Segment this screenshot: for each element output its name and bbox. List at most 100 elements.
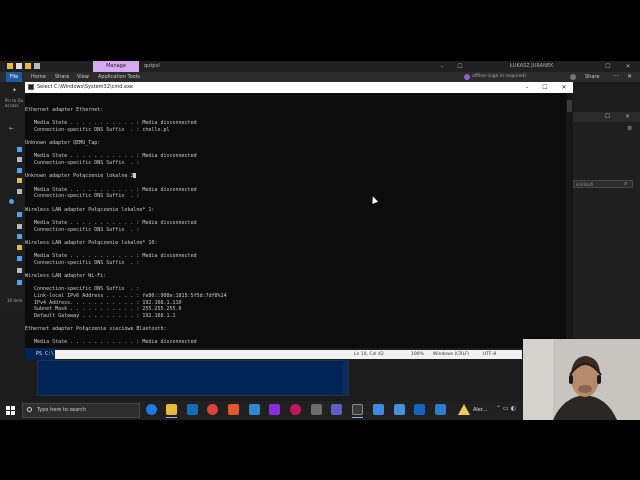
folder-name: qutpvl: [144, 63, 160, 69]
warning-icon[interactable]: [458, 404, 470, 415]
cmd-line: Connection-specific DNS Suffix . :: [25, 259, 140, 266]
cmd-line: [25, 200, 566, 207]
cmd-line: [25, 266, 566, 273]
ribbon-tab-home[interactable]: Home: [31, 72, 46, 82]
letterbox-top: [0, 0, 640, 61]
back-arrow-icon[interactable]: ←: [9, 125, 14, 132]
opera-icon[interactable]: [290, 404, 301, 415]
nav-icon-music[interactable]: [17, 234, 22, 239]
share-button[interactable]: Share: [585, 72, 599, 82]
properties-icon[interactable]: [16, 63, 22, 69]
cmd-line: Wireless LAN adapter Połączenie lokalne*…: [25, 239, 158, 246]
cmd-line: Wireless LAN adapter Wi-Fi:: [25, 273, 107, 280]
user-name[interactable]: ŁUKASZ JURANEK: [510, 61, 553, 72]
explorer-minimize-button[interactable]: –: [434, 61, 450, 72]
explorer-restore-button[interactable]: ☐: [600, 61, 616, 72]
cmd-line: Media State . . . . . . . . . . . : Medi…: [25, 120, 197, 127]
chrome-icon[interactable]: [207, 404, 218, 415]
snipping-tool-icon[interactable]: [373, 404, 384, 415]
cmd-active-indicator: [352, 417, 363, 418]
secondary-restore-button[interactable]: ☐: [605, 112, 610, 122]
cmd-line: IPv4 Address. . . . . . . . . . . : 192.…: [25, 299, 182, 306]
nav-icon-this-pc[interactable]: [17, 212, 22, 217]
cmd-line: Unknown adapter Połączenie lokalne 2: [25, 173, 566, 180]
ribbon-tab-file[interactable]: File: [6, 72, 22, 82]
cmd-minimize-button[interactable]: –: [518, 82, 536, 93]
cmd-line: Ethernet adapter Ethernet:: [25, 107, 104, 113]
nav-icon-downloads[interactable]: [17, 168, 22, 173]
taskbar-search-placeholder[interactable]: Type here to search: [37, 403, 86, 418]
explorer-maximize-button[interactable]: ☐: [452, 61, 468, 72]
new-folder-icon[interactable]: [25, 63, 31, 69]
cmd-line: Connection-specific DNS Suffix . :: [25, 193, 140, 200]
paint-icon[interactable]: [311, 404, 322, 415]
cmd-line: Ethernet adapter Połączenie sieciowe Blu…: [25, 326, 167, 333]
manage-tab[interactable]: Manage: [93, 61, 139, 72]
explorer-navigation-pane: [0, 82, 25, 312]
system-tray-icons[interactable]: ⌃▭◐: [496, 405, 518, 412]
nav-icon-local-disk[interactable]: [17, 256, 22, 261]
nav-icon-pictures[interactable]: [17, 189, 22, 194]
secondary-settings-icon[interactable]: ⚙: [627, 125, 632, 132]
powershell-icon[interactable]: [414, 404, 425, 415]
ribbon-close-icon[interactable]: ✕: [627, 72, 632, 82]
webcam-overlay: [523, 339, 640, 420]
cmd-window-title: Select C:\Windows\System32\cmd.exe: [37, 84, 133, 90]
nav-icon-cloud[interactable]: [17, 147, 22, 152]
powershell-prompt: PS C:\: [36, 351, 55, 357]
nav-icon-desktop[interactable]: [17, 157, 22, 162]
alert-label[interactable]: Aler...: [473, 401, 487, 420]
monitor-icon[interactable]: [435, 404, 446, 415]
zoom-level: 100%: [411, 352, 424, 357]
nav-icon-drive[interactable]: [17, 280, 22, 285]
notepad-icon[interactable]: [394, 404, 405, 415]
powershell-panel[interactable]: [37, 360, 349, 396]
edge-icon[interactable]: [146, 404, 157, 415]
onenote-icon[interactable]: [269, 404, 280, 415]
cmd-scrollbar[interactable]: [566, 93, 573, 348]
cmd-line: Media State . . . . . . . . . . . : Medi…: [25, 153, 197, 160]
letterbox-bottom: [0, 420, 640, 480]
more-options-icon[interactable]: ···: [613, 72, 619, 82]
vscode-icon[interactable]: [249, 404, 260, 415]
cmd-line: [25, 246, 566, 253]
onedrive-icon[interactable]: [9, 199, 14, 204]
profile-icon[interactable]: [570, 74, 576, 80]
ribbon-tab-application-tools[interactable]: Application Tools: [98, 72, 140, 82]
cmd-line: [25, 280, 566, 287]
secondary-close-button[interactable]: ✕: [625, 112, 630, 122]
cmd-taskbar-icon[interactable]: [352, 404, 363, 415]
cmd-line: Unknown adapter QEMU_Tap:: [25, 140, 101, 147]
powershell-scrollbar[interactable]: [343, 360, 348, 394]
search-icon: [27, 407, 32, 412]
secondary-search-icon[interactable]: ⌕: [624, 180, 627, 188]
pin-to-quick-access-label[interactable]: Pin to Qu access: [5, 98, 25, 108]
cmd-close-button[interactable]: ✕: [555, 82, 573, 93]
cmd-scrollbar-thumb[interactable]: [567, 100, 572, 112]
teams-icon[interactable]: [331, 404, 342, 415]
cmd-console[interactable]: Ethernet adapter Ethernet: Media State .…: [25, 93, 566, 348]
cmd-line: Default Gateway . . . . . . . . . : 192.…: [25, 312, 176, 319]
folder-icon[interactable]: [7, 63, 13, 69]
cmd-maximize-button[interactable]: ☐: [536, 82, 554, 93]
account-icon[interactable]: [464, 74, 470, 80]
secondary-window: [572, 112, 640, 352]
brave-icon[interactable]: [228, 404, 239, 415]
item-count: 10 item: [7, 298, 23, 303]
nav-icon-documents[interactable]: [17, 178, 22, 183]
nav-icon-3d-objects[interactable]: [17, 224, 22, 229]
ribbon-tab-share[interactable]: Share: [55, 72, 69, 82]
ribbon-tab-view[interactable]: View: [77, 72, 89, 82]
cmd-line: [25, 213, 566, 220]
cmd-line: [25, 333, 566, 340]
nav-icon-videos[interactable]: [17, 245, 22, 250]
explorer-close-button[interactable]: ✕: [620, 61, 636, 72]
pin-icon[interactable]: ✦: [12, 88, 17, 94]
quick-access-dropdown-icon[interactable]: [34, 63, 40, 69]
windows-start-icon[interactable]: [3, 403, 18, 418]
mail-icon[interactable]: [187, 404, 198, 415]
text-cursor: [133, 173, 137, 179]
file-explorer-icon[interactable]: [166, 404, 177, 415]
nav-icon-network[interactable]: [17, 268, 22, 273]
cmd-line: [25, 233, 566, 240]
